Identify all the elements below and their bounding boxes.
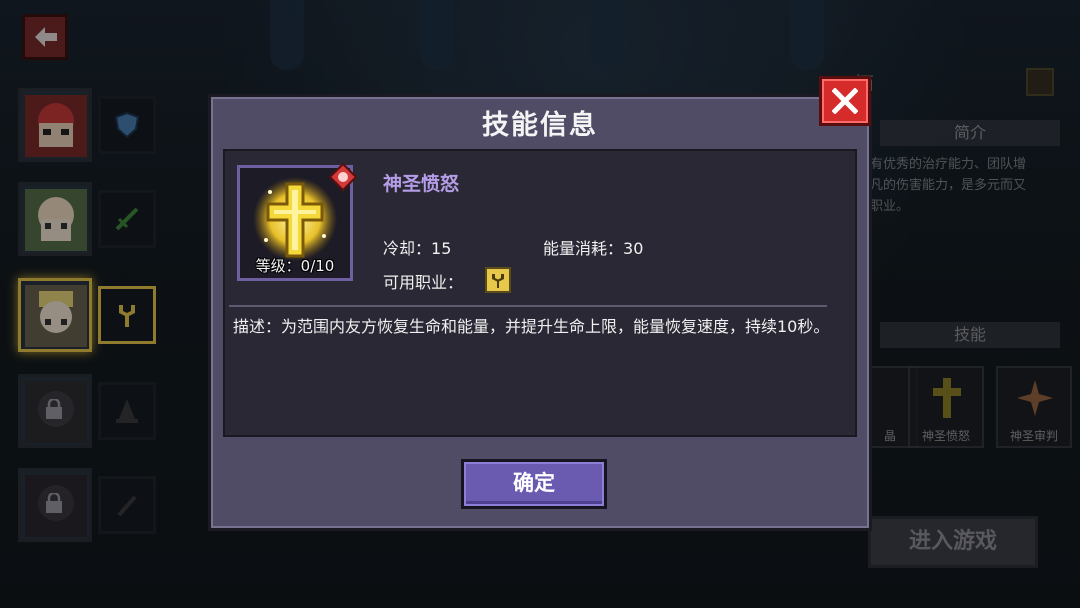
confirm-button[interactable]: 确定 [461,459,607,509]
red-gem-icon [329,163,357,191]
close-icon [832,88,858,114]
holy-cross-icon [253,177,337,261]
close-button[interactable] [819,76,871,126]
cooldown-stat: 冷却：15 [383,235,451,259]
divider [229,305,827,307]
available-class-label: 可用职业： [383,273,464,292]
skill-level: 等级：0/10 [255,257,335,275]
energy-cost-label: 能量消耗： [543,239,624,258]
scepter-icon [492,274,504,288]
dialog-title: 技能信息 [482,110,598,141]
skill-description: 描述：为范围内友方恢复生命和能量，并提升生命上限，能量恢复速度，持续10秒。 [233,317,830,336]
energy-cost-value: 30 [623,239,644,258]
skill-name: 神圣愤怒 [383,173,460,195]
cooldown-label: 冷却： [383,239,432,258]
priest-class-icon [485,267,511,293]
skill-info-dialog: 技能信息 等级：0/10 神圣愤怒 冷却：15 能量消耗：30 可用职业： 描述… [208,94,872,531]
energy-cost-stat: 能量消耗：30 [543,235,643,259]
cooldown-value: 15 [431,239,452,258]
skill-info-panel: 等级：0/10 神圣愤怒 冷却：15 能量消耗：30 可用职业： 描述：为范围内… [223,149,857,437]
